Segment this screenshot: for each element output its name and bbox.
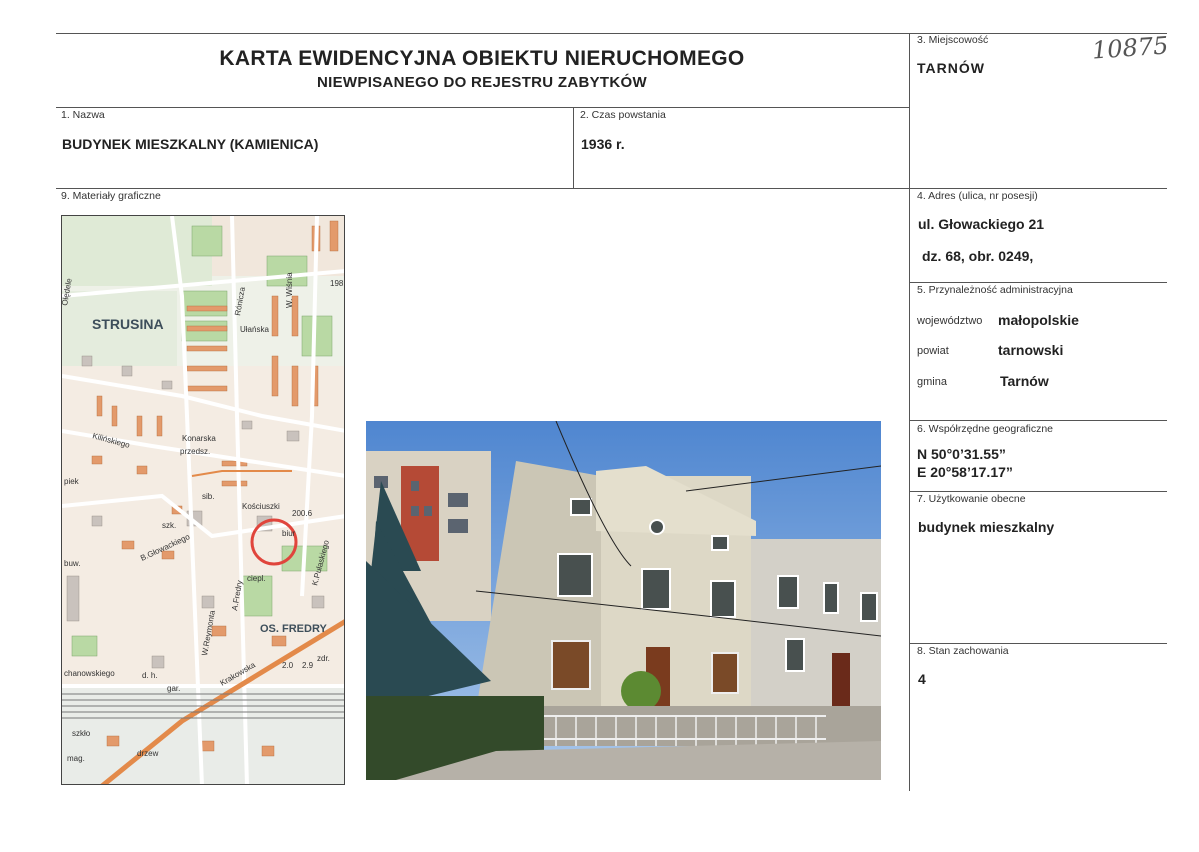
usage-value: budynek mieszkalny	[918, 519, 1055, 535]
map-label-biur: biur	[282, 529, 296, 538]
condition-label: 8. Stan zachowania	[917, 645, 1009, 657]
map-label-dh: d. h.	[142, 671, 158, 680]
rule-admin-bottom	[910, 420, 1167, 421]
document-subtitle: NIEWPISANEGO DO REJESTRU ZABYTKÓW	[317, 74, 647, 91]
commune-value: Tarnów	[1000, 373, 1049, 389]
rule-right-column	[909, 33, 910, 791]
graphics-label: 9. Materiały graficzne	[61, 190, 161, 202]
map-label-konarska: Konarska	[182, 434, 216, 443]
address-plot: dz. 68, obr. 0249,	[922, 248, 1034, 264]
map-label-gar: gar.	[167, 684, 180, 693]
locality-label: 3. Miejscowość	[917, 34, 989, 46]
map-label-szklo: szkło	[72, 729, 91, 738]
name-value: BUDYNEK MIESZKALNY (KAMIENICA)	[62, 136, 319, 152]
usage-label: 7. Użytkowanie obecne	[917, 493, 1026, 505]
rule-usage-bottom	[910, 643, 1167, 644]
map-label-zdr: zdr.	[317, 654, 330, 663]
voivodeship-value: małopolskie	[998, 312, 1079, 328]
map-label-wisnia: W. Wiśnia	[285, 272, 294, 308]
map-label-os-fredry: OS. FREDRY	[260, 623, 327, 635]
document-title: KARTA EWIDENCYJNA OBIEKTU NIERUCHOMEGO	[219, 47, 745, 70]
map-label-chanowskiego: chanowskiego	[64, 669, 115, 678]
rule-name-date-split	[573, 107, 574, 188]
admin-label: 5. Przynależność administracyjna	[917, 284, 1073, 296]
map-label-szk: szk.	[162, 521, 176, 530]
address-street: ul. Głowackiego 21	[918, 216, 1045, 232]
map-label-sib: sib.	[202, 492, 214, 501]
map-label-elev-200-6: 200.6	[292, 509, 313, 518]
locality-value: TARNÓW	[917, 60, 985, 76]
map-label-przedsz: przedsz.	[180, 447, 210, 456]
address-label: 4. Adres (ulica, nr posesji)	[917, 190, 1038, 202]
rule-under-title	[56, 107, 909, 108]
condition-value: 4	[918, 671, 926, 687]
map-label-elev-198: 198	[330, 279, 344, 288]
coords-north: N 50°0’31.55”	[917, 446, 1006, 462]
rule-top	[56, 33, 909, 34]
map-label-kosciuszki: Kościuszki	[242, 502, 280, 511]
map-label-ciepl: ciepl.	[247, 574, 266, 583]
map-label-mag: mag.	[67, 754, 85, 763]
map-label-elev-2-0: 2.0	[282, 661, 294, 670]
photo-illustration	[366, 421, 881, 780]
voivodeship-label: województwo	[917, 315, 983, 327]
rule-address-bottom	[910, 282, 1167, 283]
map-label-piek: piek	[64, 477, 80, 486]
map-label-drzew: drzew	[137, 749, 159, 758]
county-label: powiat	[917, 345, 949, 357]
date-value: 1936 r.	[581, 136, 625, 152]
rule-under-name	[56, 188, 1167, 189]
topographic-map: STRUSINA OS. FREDRY Ołędele Ułańska W. W…	[62, 216, 344, 784]
map-label-buw: buw.	[64, 559, 80, 568]
coords-east: E 20°58’17.17”	[917, 464, 1013, 480]
map-label-elev-2-9: 2.9	[302, 661, 314, 670]
map-label-ulanska: Ułańska	[240, 325, 269, 334]
handwritten-number: 10875	[1091, 31, 1170, 65]
location-map: STRUSINA OS. FREDRY Ołędele Ułańska W. W…	[61, 215, 345, 785]
county-value: tarnowski	[998, 342, 1064, 358]
map-label-strusina: STRUSINA	[92, 316, 164, 332]
name-label: 1. Nazwa	[61, 109, 105, 121]
date-label: 2. Czas powstania	[580, 109, 666, 121]
coords-label: 6. Współrzędne geograficzne	[917, 423, 1053, 435]
building-photo	[366, 421, 881, 780]
rule-coords-bottom	[910, 491, 1167, 492]
commune-label: gmina	[917, 376, 947, 388]
